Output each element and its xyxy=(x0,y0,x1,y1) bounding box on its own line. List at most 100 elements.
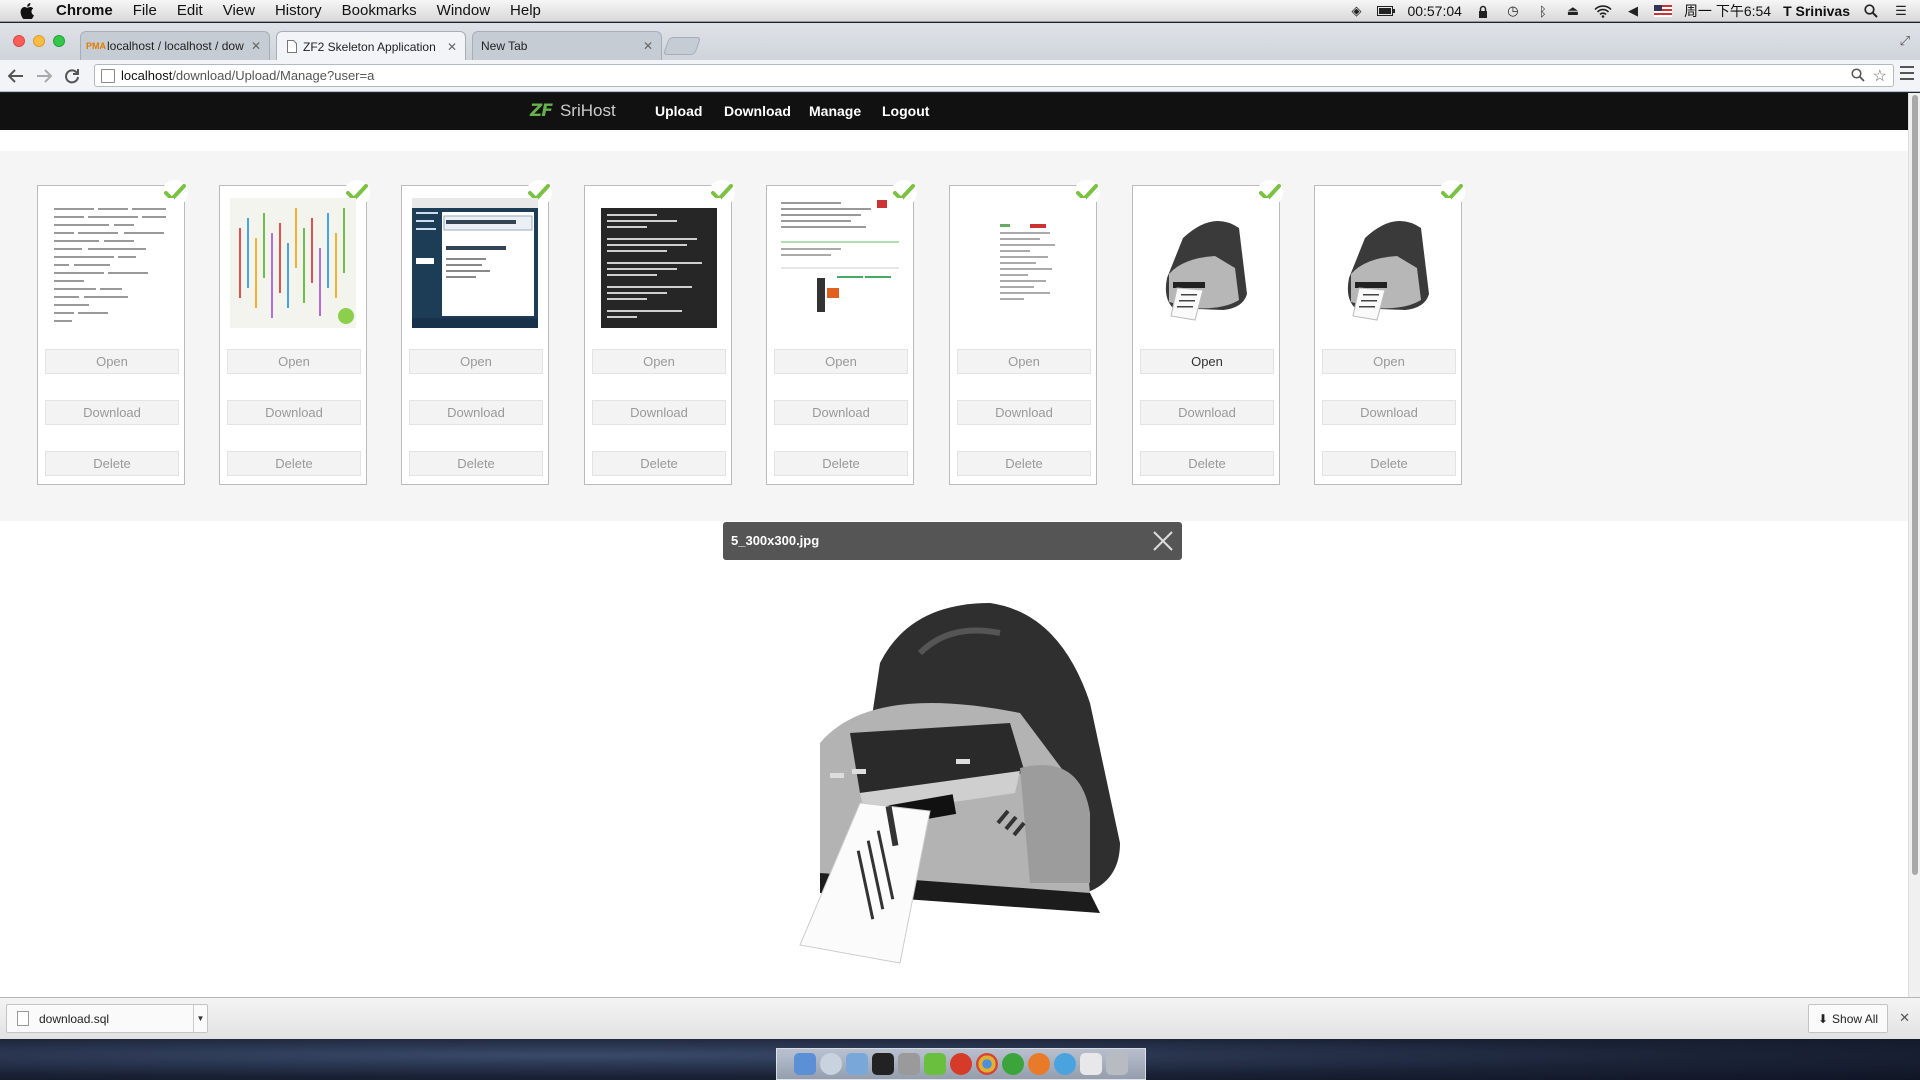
chrome-menu-icon[interactable] xyxy=(1900,66,1914,80)
file-thumbnail[interactable] xyxy=(412,198,538,328)
trash-icon[interactable] xyxy=(1106,1053,1128,1075)
bluetooth-icon[interactable]: ᛒ xyxy=(1534,3,1552,19)
download-button[interactable]: Download xyxy=(45,400,179,425)
menu-bookmarks[interactable]: Bookmarks xyxy=(332,0,427,22)
open-button[interactable]: Open xyxy=(774,349,908,374)
tab-close-icon[interactable]: ✕ xyxy=(251,39,261,53)
download-button[interactable]: Download xyxy=(592,400,726,425)
wifi-icon[interactable] xyxy=(1594,3,1612,19)
new-tab-button[interactable] xyxy=(662,37,702,55)
opera-icon[interactable] xyxy=(950,1053,972,1075)
window-zoom-button[interactable] xyxy=(53,35,65,47)
download-button[interactable]: Download xyxy=(1322,400,1456,425)
apple-icon[interactable] xyxy=(16,0,38,22)
spotlight-icon[interactable] xyxy=(1862,3,1880,19)
eject-icon[interactable]: ⏏ xyxy=(1564,3,1582,19)
zoom-icon[interactable] xyxy=(1851,68,1865,85)
file-card: Open Download Delete xyxy=(1132,180,1283,485)
delete-button[interactable]: Delete xyxy=(592,451,726,476)
forward-arrow-icon[interactable] xyxy=(32,64,56,88)
battery-icon[interactable] xyxy=(1377,3,1396,19)
us-flag-icon[interactable] xyxy=(1653,5,1672,17)
menu-view[interactable]: View xyxy=(213,0,265,22)
bookmark-star-icon[interactable]: ☆ xyxy=(1873,66,1887,86)
preview-image[interactable] xyxy=(760,593,1140,983)
document-icon[interactable] xyxy=(1080,1053,1102,1075)
open-button[interactable]: Open xyxy=(45,349,179,374)
menu-chrome[interactable]: Chrome xyxy=(46,0,123,22)
tab-new-tab[interactable]: New Tab ✕ xyxy=(472,31,662,60)
launchpad-icon[interactable] xyxy=(820,1053,842,1075)
nav-logout-link[interactable]: Logout xyxy=(882,103,929,119)
download-button[interactable]: Download xyxy=(1140,400,1274,425)
fullscreen-icon[interactable]: ⤢ xyxy=(1900,33,1910,49)
notification-center-icon[interactable]: ☰ xyxy=(1892,3,1910,19)
delete-button[interactable]: Delete xyxy=(957,451,1091,476)
system-preferences-icon[interactable] xyxy=(898,1053,920,1075)
download-button[interactable]: Download xyxy=(774,400,908,425)
volume-icon[interactable]: ◀ xyxy=(1624,3,1642,19)
time-machine-icon[interactable]: ◷ xyxy=(1504,3,1522,19)
file-thumbnail[interactable] xyxy=(960,198,1086,328)
download-item[interactable]: download.sql ▼ xyxy=(6,1004,208,1033)
file-thumbnail[interactable] xyxy=(777,198,903,328)
nav-manage-link[interactable]: Manage xyxy=(809,103,861,119)
lock-icon[interactable] xyxy=(1474,3,1492,19)
scrollbar-thumb[interactable] xyxy=(1912,95,1918,875)
tab-label: New Tab xyxy=(481,39,528,53)
tab-zf2-skeleton[interactable]: ZF2 Skeleton Application ✕ xyxy=(276,31,466,61)
menu-file[interactable]: File xyxy=(123,0,167,22)
nav-upload-link[interactable]: Upload xyxy=(655,103,702,119)
chevron-down-icon[interactable]: ▼ xyxy=(193,1005,207,1032)
nav-download-link[interactable]: Download xyxy=(724,103,791,119)
chrome-icon[interactable] xyxy=(976,1053,998,1075)
file-thumbnail[interactable] xyxy=(48,198,174,328)
app-icon[interactable] xyxy=(924,1053,946,1075)
download-button[interactable]: Download xyxy=(409,400,543,425)
delete-button[interactable]: Delete xyxy=(774,451,908,476)
show-all-button[interactable]: ⬇ Show All xyxy=(1808,1004,1888,1033)
open-button[interactable]: Open xyxy=(592,349,726,374)
menu-window[interactable]: Window xyxy=(427,0,500,22)
brand[interactable]: ZF SriHost xyxy=(530,101,616,121)
show-all-label: Show All xyxy=(1832,1011,1879,1026)
tab-phpmyadmin[interactable]: PMA localhost / localhost / dow ✕ xyxy=(80,31,270,60)
menu-history[interactable]: History xyxy=(265,0,332,22)
address-bar[interactable]: localhost/download/Upload/Manage?user=a … xyxy=(94,64,1894,87)
page-scrollbar[interactable] xyxy=(1908,93,1920,997)
window-minimize-button[interactable] xyxy=(33,35,45,47)
close-icon[interactable]: ✕ xyxy=(1899,1010,1910,1026)
file-thumbnail[interactable] xyxy=(595,198,721,328)
close-icon[interactable] xyxy=(1150,528,1176,554)
reload-icon[interactable] xyxy=(60,64,84,88)
menu-edit[interactable]: Edit xyxy=(167,0,213,22)
menu-help[interactable]: Help xyxy=(500,0,551,22)
back-arrow-icon[interactable] xyxy=(4,64,28,88)
menubar-user[interactable]: T Srinivas xyxy=(1783,3,1850,19)
terminal-icon[interactable] xyxy=(872,1053,894,1075)
open-button[interactable]: Open xyxy=(1322,349,1456,374)
delete-button[interactable]: Delete xyxy=(227,451,361,476)
delete-button[interactable]: Delete xyxy=(1322,451,1456,476)
app-icon[interactable] xyxy=(1002,1053,1024,1075)
tab-close-icon[interactable]: ✕ xyxy=(447,40,457,54)
file-thumbnail[interactable] xyxy=(1325,198,1451,328)
app-store-icon[interactable] xyxy=(1054,1053,1076,1075)
file-thumbnail[interactable] xyxy=(1143,198,1269,328)
open-button[interactable]: Open xyxy=(1140,349,1274,374)
delete-button[interactable]: Delete xyxy=(409,451,543,476)
delete-button[interactable]: Delete xyxy=(1140,451,1274,476)
download-button[interactable]: Download xyxy=(957,400,1091,425)
open-button[interactable]: Open xyxy=(957,349,1091,374)
download-button[interactable]: Download xyxy=(227,400,361,425)
mail-icon[interactable] xyxy=(846,1053,868,1075)
delete-button[interactable]: Delete xyxy=(45,451,179,476)
dropbox-icon[interactable]: ◈ xyxy=(1347,3,1365,19)
finder-icon[interactable] xyxy=(794,1053,816,1075)
tab-close-icon[interactable]: ✕ xyxy=(643,39,653,53)
file-thumbnail[interactable] xyxy=(230,198,356,328)
firefox-icon[interactable] xyxy=(1028,1053,1050,1075)
open-button[interactable]: Open xyxy=(409,349,543,374)
open-button[interactable]: Open xyxy=(227,349,361,374)
window-close-button[interactable] xyxy=(13,35,25,47)
